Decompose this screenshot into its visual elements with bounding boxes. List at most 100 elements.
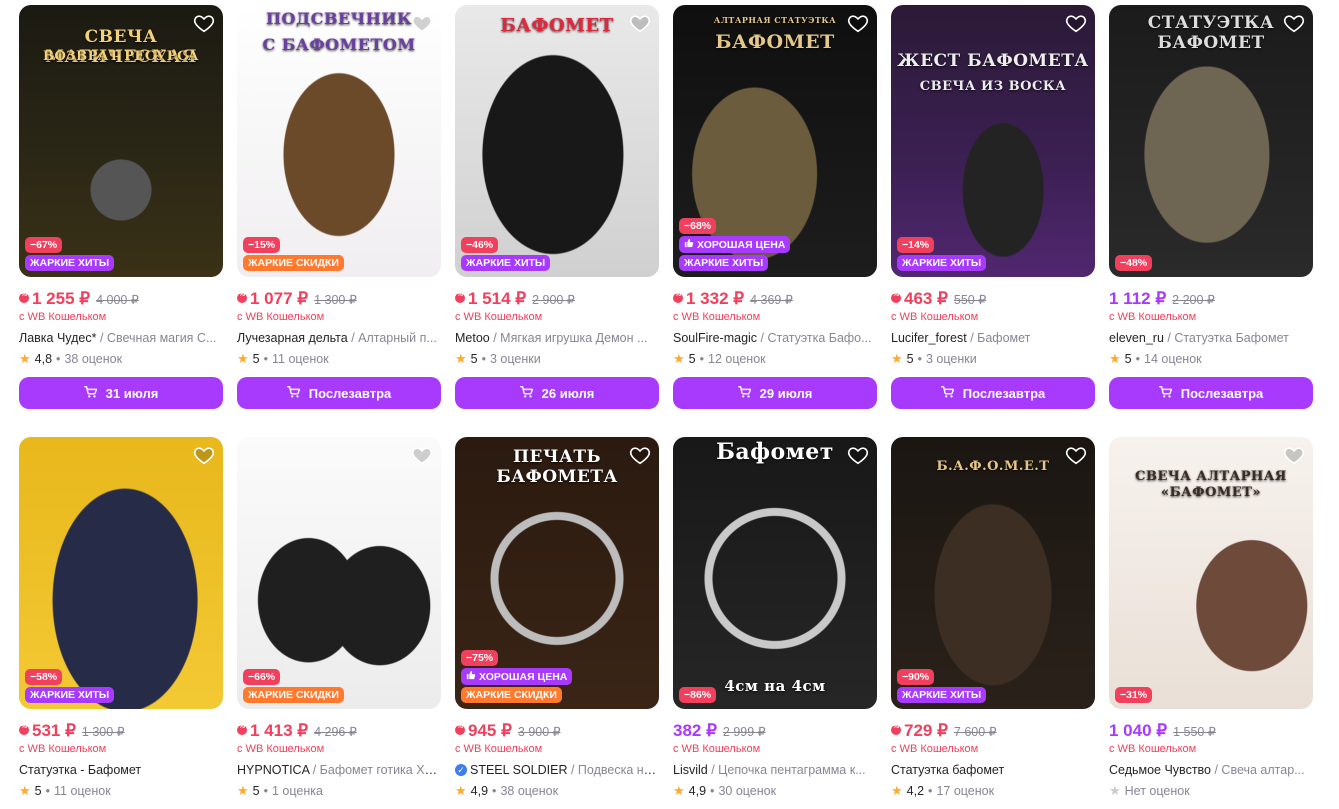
product-card[interactable]: СВЕЧА МАГИЧЕСКАЯ ВОЗВРАТ РЕСУРСА −67% ЖАРК… [19, 5, 223, 437]
product-image[interactable]: −66% ЖАРКИЕ СКИДКИ [237, 437, 441, 709]
rating-value: 5 [1124, 352, 1132, 366]
product-image[interactable]: −58% ЖАРКИЕ ХИТЫ [19, 437, 223, 709]
product-title[interactable]: eleven_ru / Статуэтка Бафомет [1109, 330, 1313, 346]
cart-icon [1158, 385, 1173, 402]
product-title[interactable]: Седьмое Чувство / Свеча алтар... [1109, 762, 1313, 778]
brand-name: STEEL SOLDIER [470, 763, 568, 777]
heart-icon[interactable] [1283, 12, 1305, 34]
badge-stack: −90% ЖАРКИЕ ХИТЫ [897, 669, 987, 703]
product-card[interactable]: ЖЕСТ БАФОМЕТА СВЕЧА ИЗ ВОСКА −14% ЖАРКИЕ Х… [891, 5, 1095, 437]
product-title[interactable]: Lisvild / Цепочка пентаграмма к... [673, 762, 877, 778]
old-price: 4 369 ₽ [750, 293, 793, 307]
product-title[interactable]: Metoo / Мягкая игрушка Демон ... [455, 330, 659, 346]
reviews-count: 14 оценок [1144, 352, 1202, 366]
product-card[interactable]: БАФОМЕТ −46%ЖАРКИЕ ХИТЫ 1 514 ₽ 2 900 ₽ … [455, 5, 659, 437]
product-image[interactable]: БАФОМЕТ −46% ЖАРКИЕ ХИТЫ [455, 5, 659, 277]
brand-name: Статуэтка - Бафомет [19, 763, 142, 777]
product-card[interactable]: АЛТАРНАЯ СТАТУЭТКА БАФОМЕТ −68% ХОРОШАЯ ЦЕ… [673, 5, 877, 437]
heart-icon[interactable] [193, 12, 215, 34]
product-title[interactable]: ✓ STEEL SOLDIER / Подвеска на ... [455, 762, 659, 778]
wallet-note: с WB Кошельком [1109, 311, 1197, 323]
product-title[interactable]: HYPNOTICA / Бафомет готика Хэ... [237, 762, 441, 778]
heart-icon[interactable] [629, 444, 651, 466]
product-card[interactable]: −58% ЖАРКИЕ ХИТЫ 531 ₽ 1 300 ₽ с WB Кошел… [19, 437, 223, 809]
product-card[interactable]: −66% ЖАРКИЕ СКИДКИ 1 413 ₽ 4 296 ₽ с WB К… [237, 437, 441, 809]
product-image[interactable]: ЖЕСТ БАФОМЕТА СВЕЧА ИЗ ВОСКА −14% ЖАРКИЕ Х… [891, 5, 1095, 277]
add-to-cart-button[interactable]: Послезавтра [891, 377, 1095, 409]
product-title[interactable]: Lucifer_forest / Бафомет [891, 330, 1095, 346]
heart-icon[interactable] [1283, 444, 1305, 466]
price-value: 1 040 ₽ [1109, 721, 1168, 740]
add-to-cart-button[interactable]: 26 июля [455, 377, 659, 409]
product-title[interactable]: SoulFire-magic / Статуэтка Бафо... [673, 330, 877, 346]
product-title[interactable]: Лучезарная дельта / Алтарный п... [237, 330, 441, 346]
price-value: 1 112 ₽ [1109, 289, 1167, 308]
rating-row: ★ 5 • 3 оценки [455, 351, 659, 367]
product-image[interactable]: СТАТУЭТКА БАФОМЕТ −48% [1109, 5, 1313, 277]
badge-stack: −14% ЖАРКИЕ ХИТЫ [897, 237, 987, 271]
product-title[interactable]: Лавка Чудес* / Свечная магия С... [19, 330, 223, 346]
heart-icon[interactable] [1065, 12, 1087, 34]
rating-row: ★ 5 • 3 оценки [891, 351, 1095, 367]
product-card[interactable]: Бафомет 4см на 4см −86% 382 ₽ 2 999 ₽ с W… [673, 437, 877, 809]
badge-stack: −67% ЖАРКИЕ ХИТЫ [25, 237, 115, 271]
image-caption: С БАФОМЕТОМ [262, 35, 416, 54]
wallet-note: с WB Кошельком [19, 311, 107, 323]
heart-icon[interactable] [629, 12, 651, 34]
star-icon: ★ [673, 783, 685, 798]
product-card[interactable]: ПЕЧАТЬ БАФОМЕТА −75% ХОРОШАЯ ЦЕНА ЖАРКИЕ С… [455, 437, 659, 809]
heart-icon[interactable] [193, 444, 215, 466]
heart-icon[interactable] [411, 444, 433, 466]
product-image[interactable]: АЛТАРНАЯ СТАТУЭТКА БАФОМЕТ −68% ХОРОШАЯ ЦЕ… [673, 5, 877, 277]
rating-row: ★ 4,9 • 38 оценок [455, 783, 659, 799]
rating-separator: • [263, 352, 268, 366]
product-image[interactable]: Бафомет 4см на 4см −86% [673, 437, 877, 709]
delivery-date: 26 июля [541, 385, 595, 401]
product-title[interactable]: Статуэтка бафомет [891, 762, 1095, 778]
badge-stack: −66% ЖАРКИЕ СКИДКИ [243, 669, 344, 703]
rating-value: 4,8 [34, 352, 53, 366]
rating-row: ★ 5 • 1 оценка [237, 783, 441, 799]
badge-label: ХОРОШАЯ ЦЕНА [479, 670, 568, 683]
product-image[interactable]: СВЕЧА МАГИЧЕСКАЯ ВОЗВРАТ РЕСУРСА −67% ЖАРК… [19, 5, 223, 277]
product-card[interactable]: Б.А.Ф.О.М.Е.Т −90%ЖАРКИЕ ХИТЫ 729 ₽ 7 60… [891, 437, 1095, 809]
heart-icon[interactable] [847, 444, 869, 466]
rating-row: ★ 4,9 • 30 оценок [673, 783, 877, 799]
add-to-cart-button[interactable]: 31 июля [19, 377, 223, 409]
badge-stack: −48% [1115, 255, 1153, 271]
delivery-date: Послезавтра [1180, 385, 1264, 401]
rating-value: 5 [906, 352, 914, 366]
add-to-cart-button[interactable]: 29 июля [673, 377, 877, 409]
heart-icon[interactable] [1065, 444, 1087, 466]
rating-separator: • [928, 784, 933, 798]
product-image[interactable]: СВЕЧА АЛТАРНАЯ «БАФОМЕТ» −31% [1109, 437, 1313, 709]
product-image[interactable]: Б.А.Ф.О.М.Е.Т −90% ЖАРКИЕ ХИТЫ [891, 437, 1095, 709]
image-caption: «БАФОМЕТ» [1160, 485, 1262, 500]
product-title[interactable]: Статуэтка - Бафомет [19, 762, 223, 778]
product-card[interactable]: СТАТУЭТКА БАФОМЕТ −48% 1 112 ₽ 2 200 ₽ с… [1109, 5, 1313, 437]
heart-icon[interactable] [411, 12, 433, 34]
wallet-discount-icon [19, 291, 29, 303]
old-price: 2 200 ₽ [1172, 293, 1215, 307]
product-description: / Мягкая игрушка Демон ... [489, 331, 648, 345]
badge-stack: −15% ЖАРКИЕ СКИДКИ [243, 237, 344, 271]
promo-badge: ЖАРКИЕ СКИДКИ [243, 255, 344, 271]
product-description: / Статуэтка Бафомет [1163, 331, 1289, 345]
discount-badge: −48% [1115, 255, 1153, 271]
wallet-note: с WB Кошельком [1109, 743, 1197, 755]
discount-badge: −75% [461, 650, 499, 666]
product-image[interactable]: ПЕЧАТЬ БАФОМЕТА −75% ХОРОШАЯ ЦЕНА ЖАРКИЕ С… [455, 437, 659, 709]
product-description: / Свечная магия С... [96, 331, 217, 345]
price-value: 463 ₽ [904, 289, 948, 308]
old-price: 550 ₽ [953, 293, 987, 307]
price-row: 463 ₽ 550 ₽ [891, 289, 1095, 309]
promo-badge: ЖАРКИЕ СКИДКИ [243, 687, 344, 703]
add-to-cart-button[interactable]: Послезавтра [1109, 377, 1313, 409]
heart-icon[interactable] [847, 12, 869, 34]
add-to-cart-button[interactable]: Послезавтра [237, 377, 441, 409]
brand-name: Лавка Чудес* [19, 331, 97, 345]
product-card[interactable]: ПОДСВЕЧНИК С БАФОМЕТОМ −15% ЖАРКИЕ СКИДКИ … [237, 5, 441, 437]
product-image[interactable]: ПОДСВЕЧНИК С БАФОМЕТОМ −15% ЖАРКИЕ СКИДКИ [237, 5, 441, 277]
badge-label: ХОРОШАЯ ЦЕНА [697, 238, 786, 251]
product-card[interactable]: СВЕЧА АЛТАРНАЯ «БАФОМЕТ» −31% 1 040 ₽ 1 5… [1109, 437, 1313, 809]
